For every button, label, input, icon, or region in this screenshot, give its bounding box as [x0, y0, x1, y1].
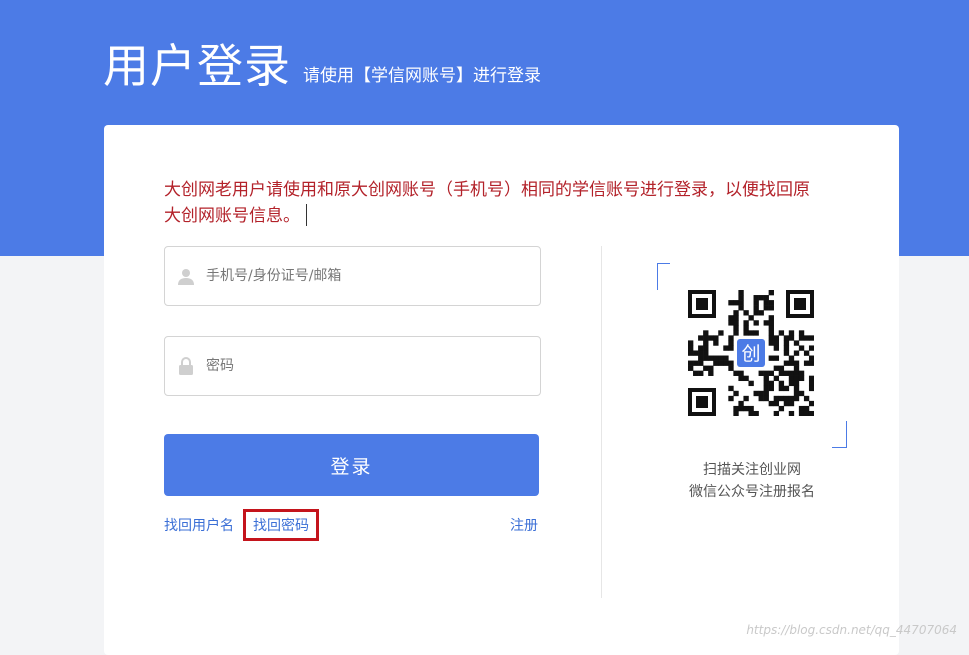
qr-caption-line-2: 微信公众号注册报名	[689, 484, 815, 500]
login-button[interactable]: 登录	[164, 434, 539, 496]
account-field[interactable]	[164, 246, 541, 306]
qr-caption-line-1: 扫描关注创业网	[703, 462, 801, 478]
recover-username-link[interactable]: 找回用户名	[164, 515, 234, 535]
qr-code: 创	[688, 290, 814, 416]
page-subtitle: 请使用【学信网账号】进行登录	[303, 66, 541, 86]
notice-line-2: 大创网账号信息。	[164, 206, 300, 226]
qr-caption: 扫描关注创业网 微信公众号注册报名	[641, 459, 863, 503]
migration-notice: 大创网老用户请使用和原大创网账号（手机号）相同的学信账号进行登录，以便找回原 大…	[164, 177, 844, 229]
frame-corner-bottom-right	[832, 421, 847, 448]
recover-password-link[interactable]: 找回密码	[243, 509, 319, 541]
password-input[interactable]	[204, 357, 528, 375]
frame-corner-top-left	[657, 263, 670, 290]
vertical-divider	[601, 246, 602, 598]
notice-line-1: 大创网老用户请使用和原大创网账号（手机号）相同的学信账号进行登录，以便找回原	[164, 180, 810, 200]
login-card: 大创网老用户请使用和原大创网账号（手机号）相同的学信账号进行登录，以便找回原 大…	[104, 125, 899, 655]
register-link[interactable]: 注册	[510, 515, 538, 535]
qr-logo-text: 创	[741, 343, 760, 365]
user-icon	[177, 267, 195, 285]
account-input[interactable]	[204, 267, 528, 285]
page-header: 用户登录 请使用【学信网账号】进行登录	[103, 40, 541, 92]
lock-icon	[177, 357, 195, 375]
qr-frame: 创	[657, 263, 847, 448]
password-field[interactable]	[164, 336, 541, 396]
page-title: 用户登录	[103, 39, 291, 93]
watermark: https://blog.csdn.net/qq_44707064	[746, 623, 957, 637]
text-cursor	[306, 204, 307, 226]
